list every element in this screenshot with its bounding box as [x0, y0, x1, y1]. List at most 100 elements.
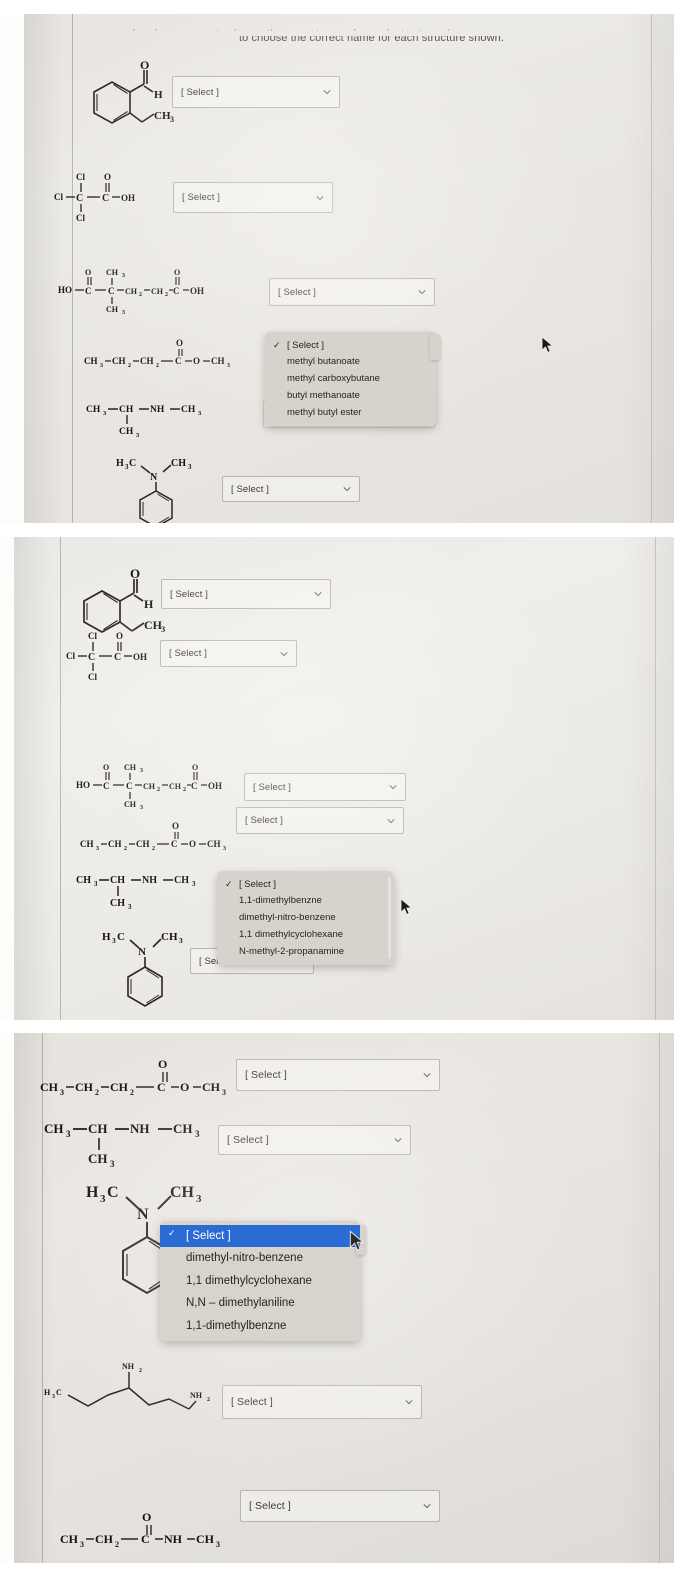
select-row-1[interactable]: [ Select ]	[236, 1059, 440, 1091]
svg-text:3: 3	[222, 1088, 226, 1097]
svg-text:CH: CH	[143, 782, 156, 791]
select-row-2[interactable]: [ Select ]	[173, 182, 333, 213]
svg-text:CH: CH	[125, 287, 138, 296]
photo-panel-1: dropdown menus to choose the correct nam…	[24, 14, 674, 523]
svg-text:O: O	[130, 566, 140, 581]
svg-text:CH: CH	[106, 305, 119, 314]
svg-text:C: C	[76, 193, 83, 204]
select-row-5[interactable]: [ Select ]	[240, 1490, 440, 1522]
photo-panel-2: O H CH 3 [ Select ] Cl O Cl C C OH Cl […	[14, 537, 674, 1020]
svg-text:CH: CH	[173, 1121, 193, 1136]
select-row-4[interactable]: [ Select ]	[236, 807, 404, 834]
svg-text:CH: CH	[211, 356, 225, 366]
select-row-5-value: [ Select ]	[249, 1500, 291, 1512]
svg-text:3: 3	[192, 880, 196, 888]
svg-text:H: H	[44, 1388, 51, 1397]
structure-n-methylpropanamide: O CH 3 CH 2 C NH CH 3	[60, 1505, 260, 1555]
svg-text:CH: CH	[60, 1532, 79, 1546]
svg-text:Cl: Cl	[88, 631, 97, 641]
svg-text:O: O	[158, 1057, 167, 1071]
svg-text:O: O	[180, 1080, 189, 1094]
dropdown-option-2[interactable]: methyl carboxybutane	[265, 371, 436, 388]
panel-gap-bottom	[0, 1563, 674, 1588]
svg-text:3: 3	[136, 432, 140, 439]
svg-text:Cl: Cl	[88, 672, 97, 682]
structure-n-n-dimethylaniline: H 3 C N CH 3	[116, 454, 236, 523]
svg-text:C: C	[103, 781, 110, 791]
chevron-down-icon	[323, 88, 331, 96]
dropdown-option-2[interactable]: dimethyl-nitro-benzene	[217, 910, 394, 927]
select-row-4[interactable]: [ Select ]	[222, 1385, 422, 1419]
dropdown-menu-row-3[interactable]: [ Select ] dimethyl-nitro-benzene 1,1 di…	[160, 1221, 366, 1341]
svg-text:NH: NH	[142, 875, 157, 886]
dropdown-menu-row-4[interactable]: [ Select ] methyl butanoate methyl carbo…	[265, 332, 440, 427]
dropdown-option-1[interactable]: 1,1-dimethylbenzne	[217, 893, 394, 910]
svg-text:CH: CH	[40, 1080, 59, 1094]
svg-text:C: C	[175, 356, 182, 366]
svg-text:CH: CH	[154, 110, 171, 122]
svg-text:CH: CH	[174, 875, 189, 886]
select-row-3[interactable]: [ Select ]	[269, 278, 435, 306]
dropdown-option-3[interactable]: 1,1 dimethylcyclohexane	[217, 927, 394, 944]
dropdown-option-4[interactable]: methyl butyl ester	[265, 405, 436, 422]
svg-text:3: 3	[179, 936, 183, 945]
select-row-4-value: [ Select ]	[231, 1396, 273, 1408]
svg-text:3: 3	[110, 1159, 115, 1169]
svg-text:3: 3	[140, 805, 143, 811]
select-row-2[interactable]: [ Select ]	[160, 640, 297, 667]
svg-text:H: H	[154, 89, 163, 101]
svg-text:C: C	[129, 458, 136, 469]
svg-text:NH: NH	[190, 1391, 203, 1400]
dropdown-option-3[interactable]: N,N – dimethylaniline	[160, 1292, 360, 1314]
svg-text:3: 3	[122, 273, 125, 279]
select-row-2-value: [ Select ]	[227, 1134, 269, 1146]
svg-text:3: 3	[216, 1540, 220, 1549]
svg-text:2: 2	[139, 292, 142, 298]
svg-text:CH: CH	[88, 1121, 108, 1136]
svg-text:2: 2	[165, 292, 168, 298]
select-row-3[interactable]: [ Select ]	[244, 773, 406, 801]
svg-text:NH: NH	[122, 1362, 135, 1371]
dropdown-option-4[interactable]: 1,1-dimethylbenzne	[160, 1315, 360, 1337]
svg-text:C: C	[191, 781, 198, 791]
svg-text:C: C	[108, 286, 115, 296]
select-row-1[interactable]: [ Select ]	[161, 579, 331, 609]
svg-text:3: 3	[103, 410, 107, 417]
select-row-1[interactable]: [ Select ]	[172, 76, 340, 108]
svg-text:CH: CH	[170, 1184, 195, 1201]
svg-text:2: 2	[207, 1397, 210, 1403]
svg-text:O: O	[172, 821, 179, 831]
chevron-down-icon	[418, 288, 426, 296]
dropdown-option-1[interactable]: dimethyl-nitro-benzene	[160, 1247, 360, 1269]
structure-methyl-butanoate: O CH 3 CH 2 CH 2 C O CH 3	[80, 819, 260, 855]
svg-text:H: H	[86, 1184, 99, 1201]
svg-text:HO: HO	[76, 780, 90, 790]
svg-text:C: C	[157, 1080, 166, 1094]
dropdown-option-0[interactable]: [ Select ]	[265, 337, 436, 354]
svg-text:CH: CH	[169, 782, 182, 791]
svg-text:O: O	[103, 763, 109, 772]
dropdown-option-2[interactable]: 1,1 dimethylcyclohexane	[160, 1270, 360, 1292]
svg-text:H: H	[116, 458, 124, 469]
dropdown-option-0[interactable]: [ Select ]	[160, 1225, 360, 1248]
select-row-1-value: [ Select ]	[170, 588, 208, 600]
dropdown-option-0[interactable]: [ Select ]	[217, 876, 394, 893]
svg-text:3: 3	[60, 1088, 64, 1097]
svg-text:CH: CH	[44, 1121, 64, 1136]
svg-text:HO: HO	[58, 285, 72, 295]
dropdown-option-3[interactable]: butyl methanoate	[265, 388, 436, 405]
dropdown-option-4[interactable]: N-methyl-2-propanamine	[217, 944, 394, 961]
dropdown-menu-row-5[interactable]: [ Select ] 1,1-dimethylbenzne dimethyl-n…	[217, 871, 394, 966]
svg-text:3: 3	[188, 463, 192, 471]
svg-text:3: 3	[195, 1129, 200, 1139]
svg-text:CH: CH	[119, 405, 134, 415]
chevron-down-icon	[316, 194, 324, 202]
dropdown-option-1[interactable]: methyl butanoate	[265, 354, 436, 371]
panel-gap-2	[0, 1020, 674, 1033]
svg-text:CH: CH	[171, 458, 186, 469]
select-row-6[interactable]: [ Select ]	[222, 476, 360, 502]
instruction-text: to choose the correct name for each stru…	[239, 32, 505, 44]
structure-n-methyl-2-propanamine: CH 3 CH NH CH 3 CH 3	[86, 400, 226, 440]
svg-text:O: O	[85, 268, 91, 277]
select-row-2[interactable]: [ Select ]	[218, 1125, 411, 1155]
